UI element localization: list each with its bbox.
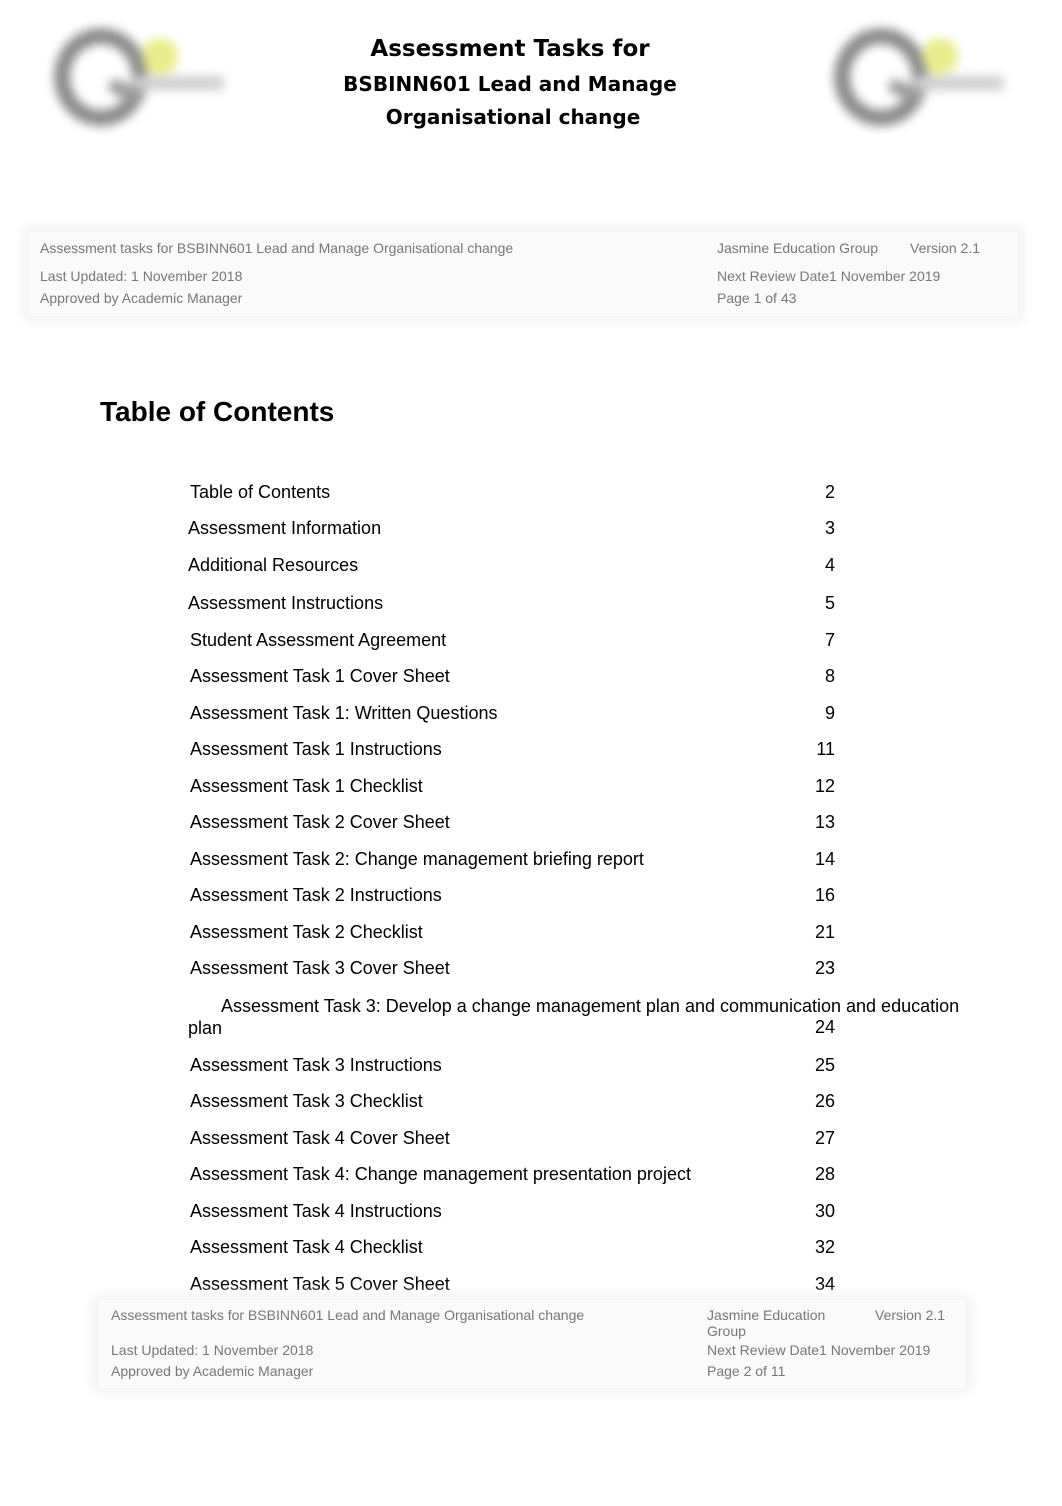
toc-page-number: 27 bbox=[814, 1128, 835, 1148]
toc-page-number: 23 bbox=[814, 958, 835, 978]
toc-entry[interactable]: Assessment Task 4 Cover Sheet bbox=[190, 1128, 450, 1149]
footer-version: Version 2.1 bbox=[910, 240, 981, 256]
toc-entry[interactable]: Assessment Task 1 Cover Sheet bbox=[190, 666, 450, 687]
toc-page-number: 14 bbox=[814, 849, 835, 869]
toc-page-number: 32 bbox=[814, 1237, 835, 1257]
toc-entry[interactable]: Table of Contents bbox=[190, 482, 330, 503]
toc-entry[interactable]: Assessment Task 4 Checklist bbox=[190, 1237, 423, 1258]
toc-page-number: 12 bbox=[814, 776, 835, 796]
footer-approved: Approved by Academic Manager bbox=[40, 290, 243, 306]
toc-page-number: 28 bbox=[814, 1164, 835, 1184]
organisation-logo-right bbox=[822, 16, 1012, 126]
toc-page-number: 25 bbox=[814, 1055, 835, 1075]
footer-doc-title: Assessment tasks for BSBINN601 Lead and … bbox=[111, 1307, 585, 1323]
toc-page-number: 13 bbox=[814, 812, 835, 832]
toc-page-number: 21 bbox=[814, 922, 835, 942]
footer-last-updated: Last Updated: 1 November 2018 bbox=[111, 1342, 314, 1358]
footer-page-number: Page 1 of 43 bbox=[717, 290, 797, 306]
toc-entry-line-1: Assessment Task 3: Develop a change mana… bbox=[221, 996, 960, 1016]
toc-page-number: 26 bbox=[814, 1091, 835, 1111]
document-title: Assessment Tasks for BSBINN601 Lead and … bbox=[300, 30, 720, 134]
toc-page-number: 7 bbox=[824, 630, 835, 650]
toc-page-number: 30 bbox=[814, 1201, 835, 1221]
sun-logo-icon bbox=[922, 38, 958, 74]
footer-version: Version 2.1 bbox=[875, 1307, 946, 1323]
footer-next-review: Next Review Date1 November 2019 bbox=[707, 1342, 931, 1358]
toc-entry[interactable]: Assessment Task 2 Checklist bbox=[190, 922, 423, 943]
toc-entry[interactable]: Additional Resources bbox=[188, 555, 358, 576]
title-line-1: Assessment Tasks for bbox=[370, 36, 650, 62]
toc-entry[interactable]: Student Assessment Agreement bbox=[190, 630, 446, 651]
toc-heading: Table of Contents bbox=[100, 396, 335, 427]
toc-entry[interactable]: Assessment Task 3 Instructions bbox=[190, 1055, 442, 1076]
toc-entry[interactable]: Assessment Task 2: Change management bri… bbox=[190, 849, 644, 870]
toc-entry[interactable]: Assessment Task 3: Develop a change mana… bbox=[188, 995, 968, 1039]
toc-page-number: 9 bbox=[824, 703, 835, 723]
toc-entry[interactable]: Assessment Task 3 Cover Sheet bbox=[190, 958, 450, 979]
toc-page-number: 2 bbox=[824, 482, 835, 502]
toc-entry[interactable]: Assessment Instructions bbox=[188, 593, 383, 614]
sun-logo-icon bbox=[142, 38, 178, 74]
toc-entry[interactable]: Assessment Information bbox=[188, 518, 381, 539]
footer-organisation: Jasmine Education bbox=[707, 1307, 826, 1323]
footer-next-review: Next Review Date1 November 2019 bbox=[717, 268, 941, 284]
page-1-footer: Assessment tasks for BSBINN601 Lead and … bbox=[28, 232, 1018, 316]
footer-approved: Approved by Academic Manager bbox=[111, 1363, 314, 1379]
toc-page-number: 3 bbox=[824, 518, 835, 538]
footer-organisation-line-2: Group bbox=[707, 1323, 746, 1339]
toc-page-number: 34 bbox=[814, 1274, 835, 1294]
toc-page-number: 11 bbox=[816, 739, 835, 759]
toc-entry[interactable]: Assessment Task 4 Instructions bbox=[190, 1201, 442, 1222]
toc-page-number: 5 bbox=[824, 593, 835, 613]
footer-organisation: Jasmine Education Group bbox=[717, 240, 879, 256]
toc-page-number: 4 bbox=[824, 555, 835, 575]
organisation-logo-left bbox=[42, 16, 232, 126]
toc-page-number: 16 bbox=[814, 885, 835, 905]
toc-page-number: 8 bbox=[824, 666, 835, 686]
footer-page-number: Page 2 of 11 bbox=[707, 1363, 786, 1379]
title-line-3: Organisational change bbox=[385, 105, 641, 129]
toc-entry[interactable]: Assessment Task 3 Checklist bbox=[190, 1091, 423, 1112]
toc-entry[interactable]: Assessment Task 4: Change management pre… bbox=[190, 1164, 691, 1185]
title-line-2: BSBINN601 Lead and Manage bbox=[343, 72, 677, 96]
toc-entry[interactable]: Assessment Task 5 Cover Sheet bbox=[190, 1274, 450, 1295]
toc-entry-line-2: plan bbox=[188, 1018, 223, 1038]
toc-page-number: 24 bbox=[814, 1017, 835, 1037]
toc-entry[interactable]: Assessment Task 1: Written Questions bbox=[190, 703, 497, 724]
footer-doc-title: Assessment tasks for BSBINN601 Lead and … bbox=[40, 240, 514, 256]
toc-entry[interactable]: Assessment Task 1 Instructions bbox=[190, 739, 442, 760]
toc-entry[interactable]: Assessment Task 1 Checklist bbox=[190, 776, 423, 797]
toc-entry[interactable]: Assessment Task 2 Instructions bbox=[190, 885, 442, 906]
footer-last-updated: Last Updated: 1 November 2018 bbox=[40, 268, 243, 284]
page-2-footer: Assessment tasks for BSBINN601 Lead and … bbox=[98, 1300, 966, 1388]
toc-entry[interactable]: Assessment Task 2 Cover Sheet bbox=[190, 812, 450, 833]
